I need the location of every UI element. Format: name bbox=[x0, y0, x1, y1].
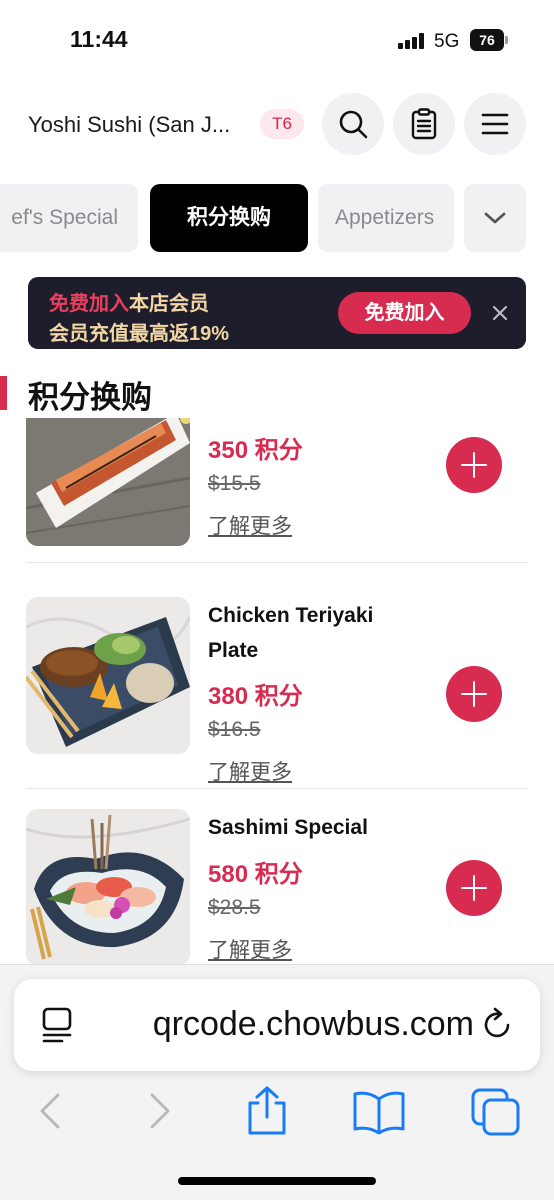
add-to-cart-button[interactable] bbox=[446, 666, 502, 722]
chevron-down-icon bbox=[484, 212, 506, 224]
share-icon[interactable] bbox=[244, 1085, 290, 1137]
reload-icon[interactable] bbox=[480, 1007, 516, 1043]
home-indicator bbox=[178, 1177, 376, 1185]
hamburger-menu-icon bbox=[481, 113, 509, 135]
menu-item[interactable]: Chicken Teriyaki Plate 380 积分 $16.5 了解更多 bbox=[0, 582, 554, 788]
banner-highlight: 免费加入 bbox=[49, 293, 129, 315]
item-name: Chicken Teriyaki Plate bbox=[208, 604, 374, 662]
membership-banner: 免费加入本店会员 会员充值最高返19% 免费加入 bbox=[28, 277, 526, 349]
store-name[interactable]: Yoshi Sushi (San J... bbox=[28, 112, 230, 138]
expand-categories-button[interactable] bbox=[464, 184, 526, 252]
menu-button[interactable] bbox=[464, 93, 526, 155]
item-points: 580 积分 bbox=[208, 861, 303, 888]
section-title: 积分换购 bbox=[28, 380, 152, 415]
item-name: Sashimi Special bbox=[208, 816, 368, 839]
clipboard-icon bbox=[411, 108, 437, 140]
add-to-cart-button[interactable] bbox=[446, 437, 502, 493]
section-accent-bar bbox=[0, 376, 7, 410]
item-divider bbox=[26, 562, 528, 563]
battery-icon: 76 bbox=[470, 29, 508, 51]
tabs-icon[interactable] bbox=[470, 1087, 522, 1137]
table-badge: T6 bbox=[260, 109, 304, 139]
dish-photo-chicken-teriyaki[interactable] bbox=[26, 597, 190, 754]
banner-headline-rest: 本店会员 bbox=[129, 293, 209, 315]
learn-more-link[interactable]: 了解更多 bbox=[208, 510, 292, 540]
url-text[interactable]: qrcode.chowbus.com bbox=[104, 1005, 474, 1044]
tab-chefs-special[interactable]: ef's Special bbox=[0, 184, 138, 252]
tab-appetizers[interactable]: Appetizers bbox=[318, 184, 454, 252]
browser-toolbar: qrcode.chowbus.com bbox=[0, 964, 554, 1200]
item-points: 380 积分 bbox=[208, 683, 303, 710]
page-menu-icon[interactable] bbox=[40, 1006, 76, 1044]
banner-headline: 免费加入本店会员 bbox=[49, 287, 209, 316]
close-banner-button[interactable] bbox=[486, 299, 514, 327]
network-type: 5G bbox=[434, 31, 460, 52]
close-icon bbox=[492, 305, 508, 321]
banner-subtext: 会员充值最高返19% bbox=[49, 323, 230, 345]
item-original-price: $15.5 bbox=[208, 472, 261, 495]
item-points: 350 积分 bbox=[208, 437, 303, 464]
dish-photo-sushi-roll[interactable] bbox=[26, 418, 190, 546]
status-time: 11:44 bbox=[70, 26, 128, 52]
restaurant-header: Yoshi Sushi (San J... T6 bbox=[0, 90, 554, 160]
order-list-button[interactable] bbox=[393, 93, 455, 155]
add-to-cart-button[interactable] bbox=[446, 860, 502, 916]
search-button[interactable] bbox=[322, 93, 384, 155]
menu-item[interactable]: Sashimi Special 580 积分 $28.5 了解更多 bbox=[0, 794, 554, 964]
category-tabs: ef's Special 积分换购 Appetizers bbox=[0, 184, 554, 252]
menu-item[interactable]: 350 积分 $15.5 了解更多 bbox=[0, 418, 554, 564]
learn-more-link[interactable]: 了解更多 bbox=[208, 934, 292, 964]
status-bar: 11:44 5G 76 bbox=[0, 0, 554, 80]
item-original-price: $16.5 bbox=[208, 718, 261, 741]
menu-item-list[interactable]: 350 积分 $15.5 了解更多 Chicken Teriyaki Plate… bbox=[0, 418, 554, 964]
back-icon[interactable] bbox=[36, 1091, 64, 1131]
address-bar[interactable]: qrcode.chowbus.com bbox=[14, 979, 540, 1071]
forward-icon[interactable] bbox=[146, 1091, 174, 1131]
battery-level: 76 bbox=[470, 29, 504, 51]
learn-more-link[interactable]: 了解更多 bbox=[208, 756, 292, 786]
item-original-price: $28.5 bbox=[208, 896, 261, 919]
cellular-signal-icon bbox=[398, 33, 426, 49]
search-icon bbox=[339, 110, 368, 139]
bookmarks-icon[interactable] bbox=[352, 1089, 406, 1135]
tab-points-redemption[interactable]: 积分换购 bbox=[150, 184, 308, 252]
join-free-button[interactable]: 免费加入 bbox=[338, 292, 471, 334]
item-divider bbox=[26, 788, 528, 789]
dish-photo-sashimi[interactable] bbox=[26, 809, 190, 964]
